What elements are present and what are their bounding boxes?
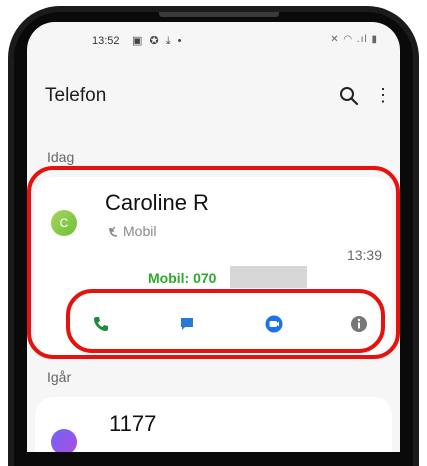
notification-icons: ▣ ✪ ⤓ • (132, 35, 184, 47)
message-icon[interactable] (173, 310, 201, 338)
call-type-label: Mobil (123, 223, 157, 239)
contact-name: Caroline R (105, 190, 209, 215)
app-bar: Telefon ⋮ (27, 77, 400, 113)
info-icon[interactable] (345, 310, 373, 338)
avatar (51, 429, 77, 452)
call-card-1177[interactable]: 1177 (35, 397, 392, 452)
call-time: 13:39 (346, 247, 382, 263)
expanded-number: Mobil: 070 (148, 270, 217, 286)
video-call-icon[interactable] (260, 310, 288, 338)
system-icons: ✕ ◠ .ıl ▮ (330, 34, 378, 45)
redacted-number (230, 266, 307, 288)
status-time: 13:52 (92, 35, 120, 47)
section-today: Idag (47, 149, 75, 165)
call-card-caroline[interactable]: C Caroline R Mobil 13:39 Mobil: 070 (35, 177, 392, 357)
page-title: Telefon (45, 85, 107, 106)
status-bar: 13:52 ▣ ✪ ⤓ • ✕ ◠ .ıl ▮ (27, 22, 400, 60)
contact-name: 1177 (109, 411, 157, 436)
call-icon[interactable] (87, 310, 115, 338)
more-vert-icon[interactable]: ⋮ (374, 85, 392, 107)
section-yesterday: Igår (47, 369, 72, 385)
screen: 13:52 ▣ ✪ ⤓ • ✕ ◠ .ıl ▮ Telefon ⋮ Idag C… (27, 22, 400, 452)
speaker-grille (159, 12, 279, 17)
incoming-call-icon (107, 225, 119, 239)
avatar: C (51, 210, 77, 236)
search-icon[interactable] (338, 85, 360, 107)
